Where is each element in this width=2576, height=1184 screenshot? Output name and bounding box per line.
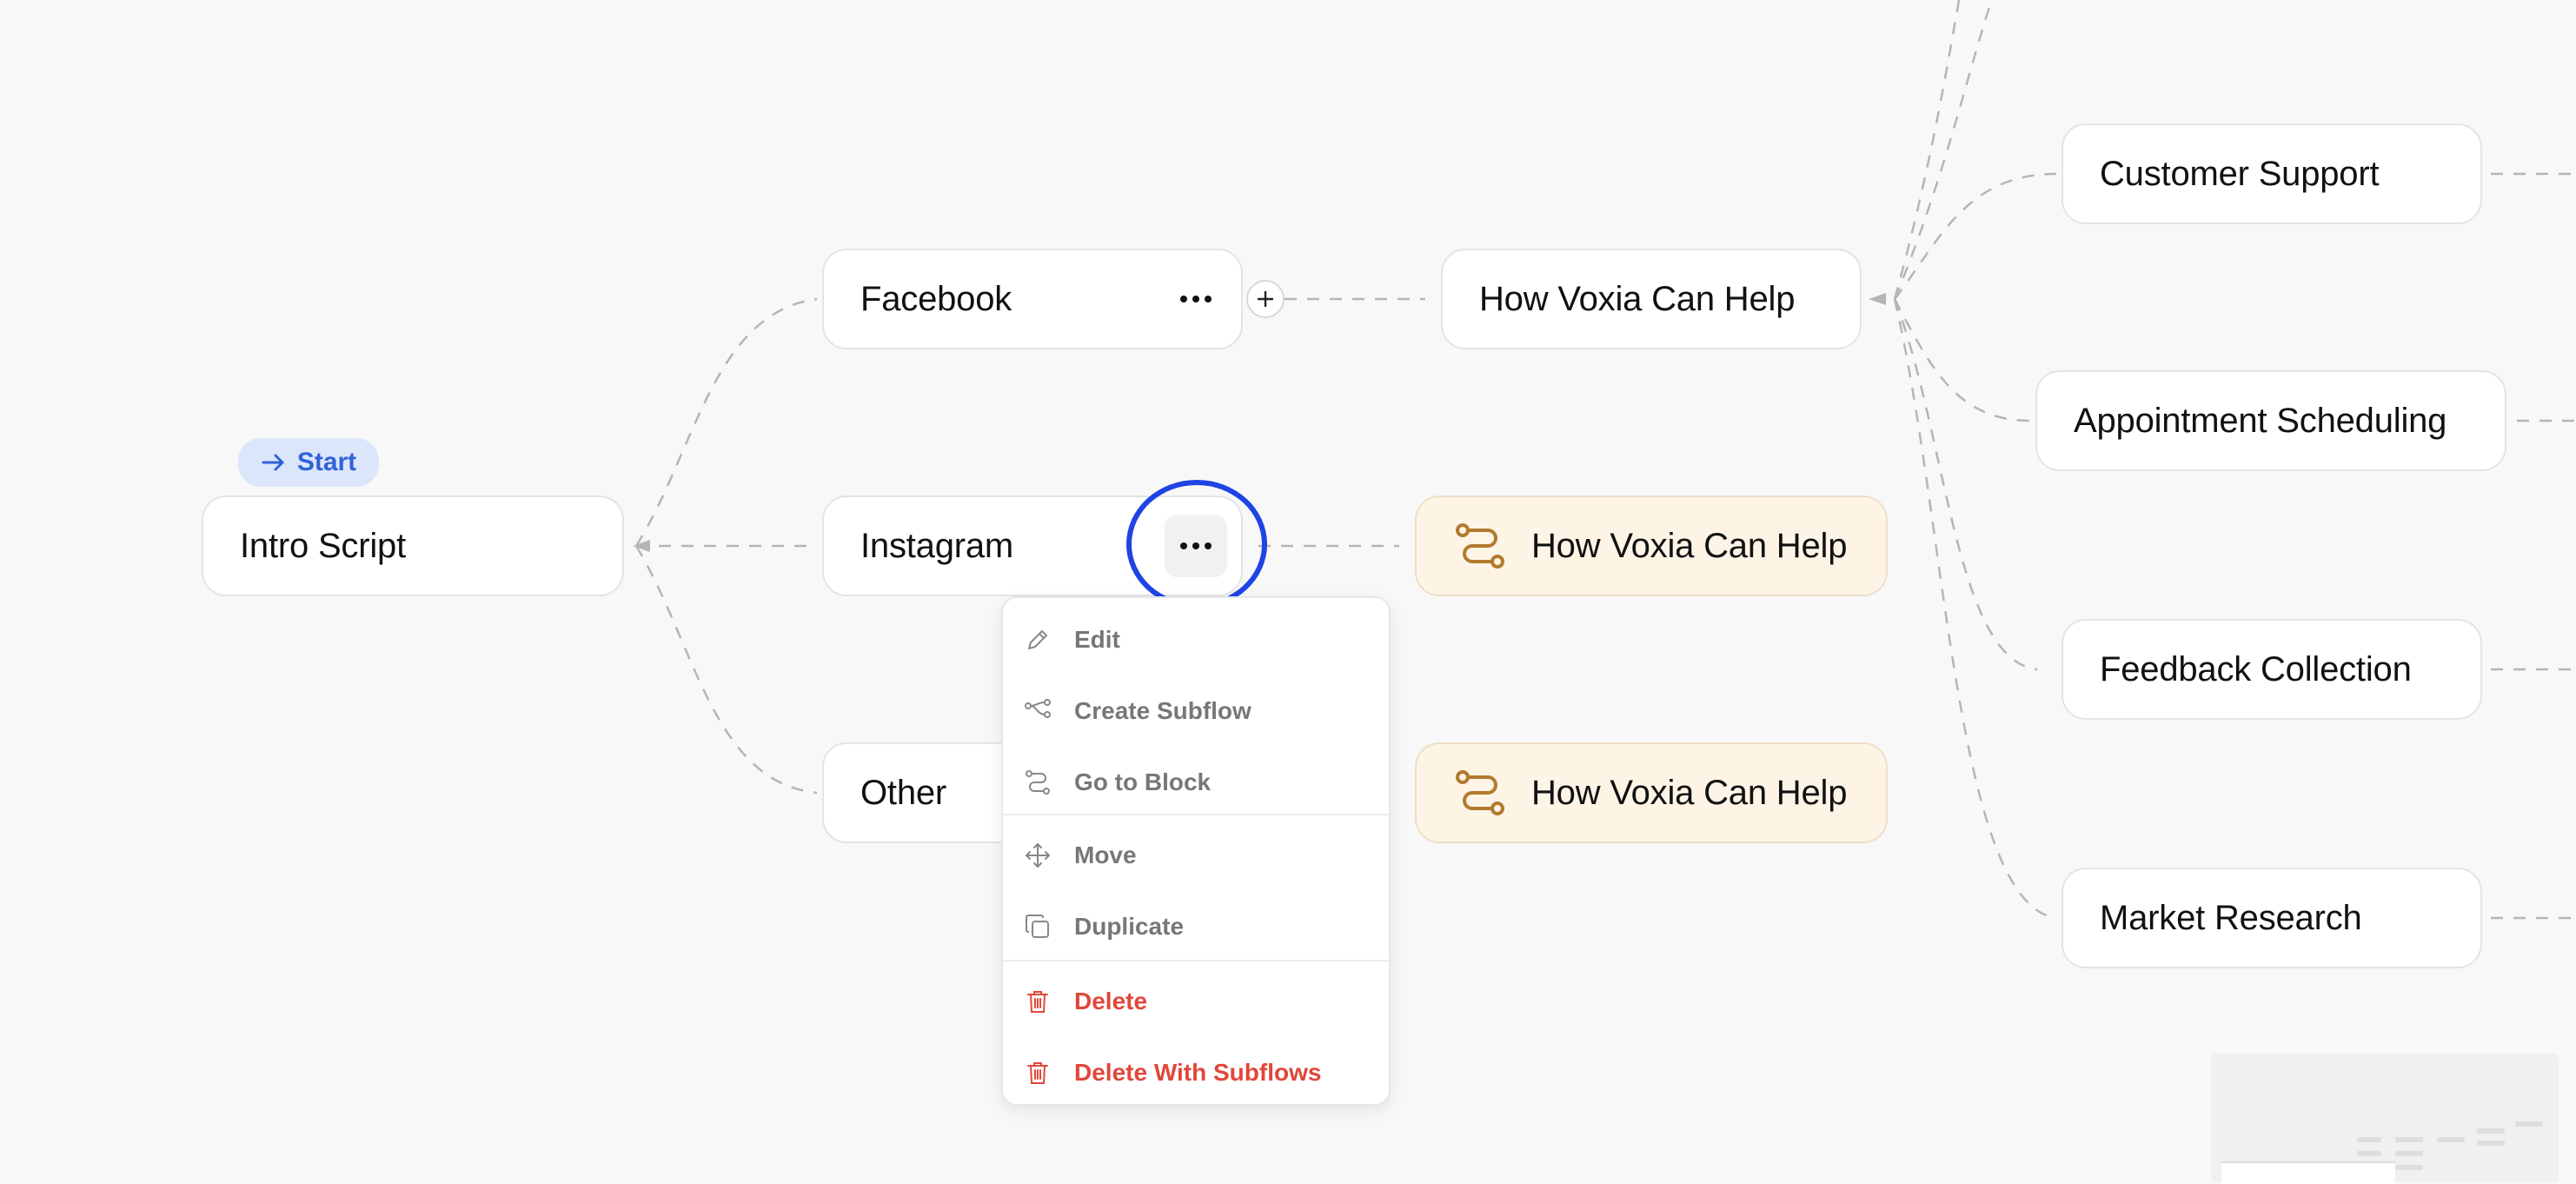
plus-icon: [1257, 290, 1274, 308]
trash-icon: [1024, 1059, 1052, 1087]
menu-separator: [1003, 960, 1389, 961]
pencil-icon: [1024, 626, 1052, 654]
menu-item-edit[interactable]: Edit: [1003, 605, 1389, 675]
menu-item-create-subflow[interactable]: Create Subflow: [1003, 676, 1389, 746]
minimap-block: [2395, 1165, 2423, 1170]
node-label: How Voxia Can Help: [1479, 279, 1796, 318]
minimap-block: [2477, 1128, 2505, 1134]
node-label: Other: [860, 773, 947, 812]
minimap-block: [2515, 1121, 2543, 1127]
subflow-icon: [1024, 697, 1052, 725]
menu-item-label: Edit: [1074, 626, 1120, 653]
highlight-ring: [1126, 480, 1267, 609]
edge-fan-market: [1893, 298, 2057, 920]
node-label: Customer Support: [2100, 154, 2380, 193]
node-label: Facebook: [860, 279, 1012, 318]
edge-intro-facebook: [634, 297, 818, 547]
node-label: Instagram: [860, 526, 1014, 565]
trash-icon: [1024, 988, 1052, 1015]
menu-item-label: Go to Block: [1074, 768, 1212, 795]
subflow-route-icon: [1455, 522, 1505, 569]
subflow-route-icon: [1455, 769, 1505, 816]
menu-separator: [1003, 814, 1389, 815]
menu-item-label: Move: [1074, 841, 1137, 868]
menu-item-duplicate[interactable]: Duplicate: [1003, 892, 1389, 961]
start-badge: Start: [238, 438, 379, 487]
menu-item-move[interactable]: Move: [1003, 821, 1389, 890]
edge-fan-customer-support: [1894, 172, 2057, 300]
edge-fan-top-2: [1893, 0, 1994, 300]
node-customer-support[interactable]: Customer Support: [2061, 123, 2482, 224]
node-how-voxia-can-help[interactable]: How Voxia Can Help: [1441, 249, 1862, 349]
edge-arrowhead-voxia: [1869, 293, 1886, 305]
menu-item-go-to-block[interactable]: Go to Block: [1003, 748, 1389, 817]
node-intro-script[interactable]: Intro Script: [202, 496, 624, 596]
flow-canvas[interactable]: Start Intro Script Facebook Instagram Ot…: [0, 0, 2576, 1184]
node-feedback-collection[interactable]: Feedback Collection: [2061, 619, 2482, 720]
start-badge-label: Start: [296, 448, 357, 476]
minimap-viewport[interactable]: [2221, 1161, 2395, 1184]
menu-item-delete[interactable]: Delete: [1003, 967, 1389, 1036]
minimap-block: [2357, 1137, 2381, 1142]
node-label: How Voxia Can Help: [1531, 773, 1848, 812]
menu-item-label: Duplicate: [1074, 913, 1185, 940]
node-appointment-scheduling[interactable]: Appointment Scheduling: [2035, 370, 2506, 471]
node-label: Market Research: [2100, 898, 2362, 937]
node-subflow-how-voxia-can-help[interactable]: How Voxia Can Help: [1415, 742, 1888, 843]
menu-item-delete-with-subflows[interactable]: Delete With Subflows: [1003, 1038, 1389, 1108]
route-icon: [1024, 768, 1052, 796]
block-context-menu: Edit Create Subflow Go to Block Move Dup…: [1001, 596, 1391, 1106]
menu-item-label: Create Subflow: [1074, 697, 1251, 724]
node-label: Feedback Collection: [2100, 649, 2412, 688]
facebook-more-button[interactable]: [1165, 268, 1227, 330]
node-subflow-how-voxia-can-help[interactable]: How Voxia Can Help: [1415, 496, 1888, 596]
arrow-right-icon: [261, 452, 287, 473]
edge-arrowhead-intro: [633, 540, 650, 552]
duplicate-icon: [1024, 913, 1052, 941]
menu-item-label: Delete With Subflows: [1074, 1059, 1322, 1086]
edge-intro-other: [634, 545, 818, 795]
minimap-block: [2395, 1151, 2423, 1156]
minimap-block: [2395, 1137, 2423, 1142]
menu-item-label: Delete: [1074, 988, 1148, 1014]
edge-fan-feedback: [1893, 298, 2038, 671]
minimap[interactable]: [2211, 1054, 2559, 1184]
add-block-button[interactable]: [1246, 280, 1285, 318]
node-label: How Voxia Can Help: [1531, 526, 1848, 565]
minimap-block: [2357, 1151, 2381, 1156]
node-label: Appointment Scheduling: [2074, 401, 2447, 440]
node-label: Intro Script: [240, 526, 406, 565]
minimap-block: [2437, 1137, 2465, 1142]
edge-fan-appointment: [1893, 298, 2031, 422]
minimap-block: [2477, 1141, 2505, 1146]
move-arrows-icon: [1024, 841, 1052, 869]
more-dots-icon: [1180, 296, 1212, 303]
node-market-research[interactable]: Market Research: [2061, 868, 2482, 968]
